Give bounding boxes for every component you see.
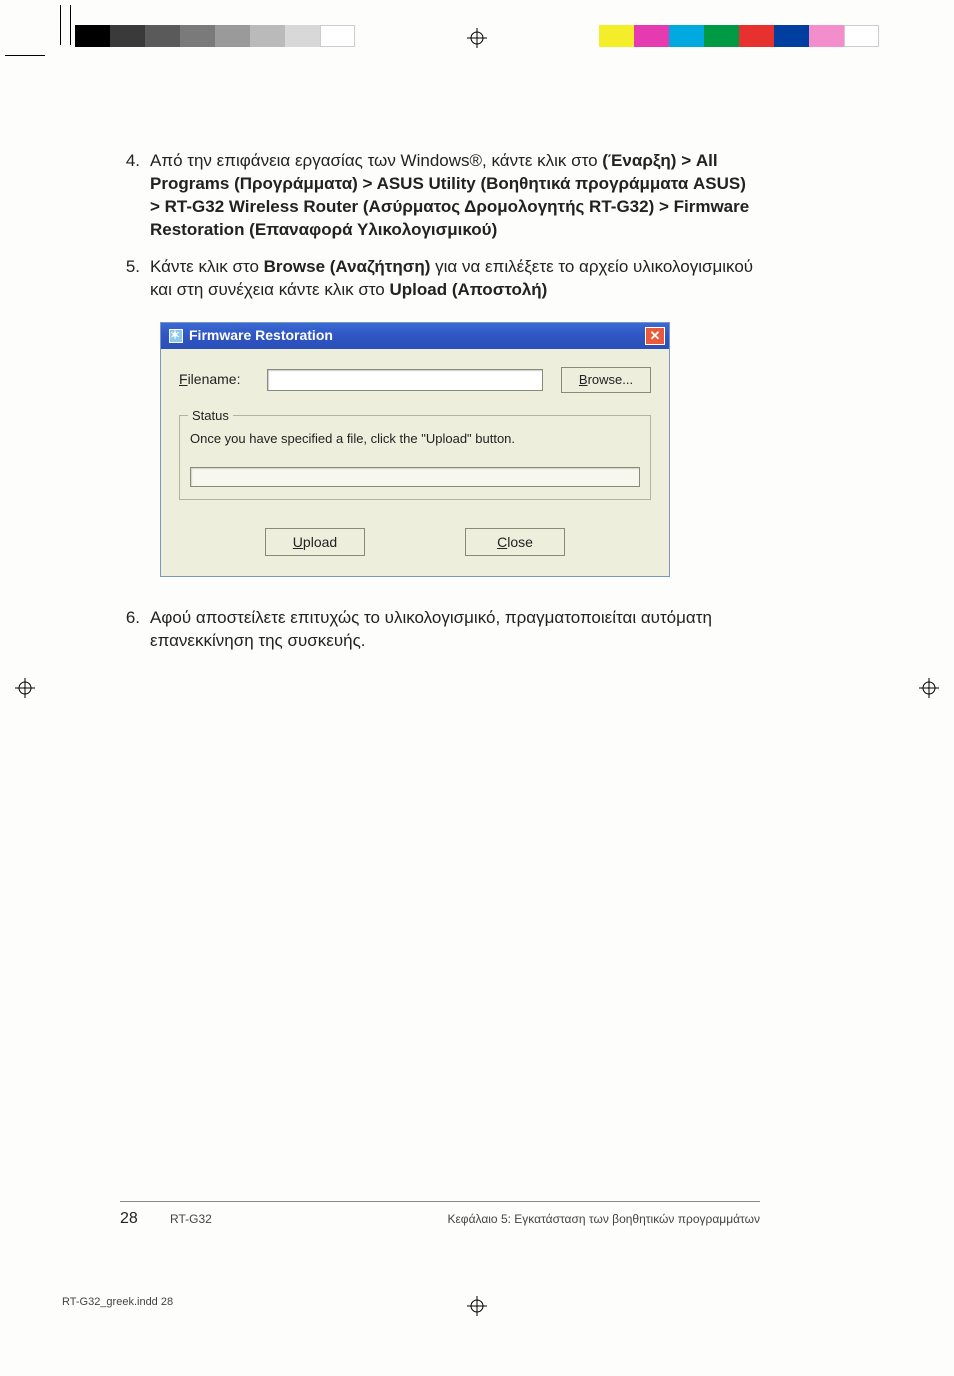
step-number: 4. <box>120 150 150 242</box>
status-legend: Status <box>188 407 233 425</box>
status-group: Status Once you have specified a file, c… <box>179 415 651 501</box>
filename-input[interactable] <box>267 369 543 391</box>
registration-mark-icon <box>467 28 487 48</box>
step-bold: Browse (Αναζήτηση) <box>264 257 431 276</box>
grayscale-registration-bar <box>75 25 355 47</box>
step-number: 6. <box>120 607 150 653</box>
close-icon: ✕ <box>650 327 661 345</box>
upload-button[interactable]: Upload <box>265 528 365 556</box>
color-registration-bar <box>599 25 879 47</box>
page-number: 28 <box>120 1210 170 1228</box>
step-number: 5. <box>120 256 150 302</box>
registration-mark-icon <box>15 678 35 698</box>
step-text: Από την επιφάνεια εργασίας των Windows®,… <box>150 151 602 170</box>
dialog-title: Firmware Restoration <box>189 326 333 345</box>
step-text: Κάντε κλικ στο <box>150 257 264 276</box>
registration-mark-icon <box>467 1296 487 1316</box>
close-button[interactable]: ✕ <box>645 327 665 345</box>
indesign-slug: RT-G32_greek.indd 28 <box>62 1296 173 1308</box>
step-text: Αφού αποστείλετε επιτυχώς το υλικολογισμ… <box>150 607 760 653</box>
dialog-titlebar: Firmware Restoration ✕ <box>161 323 669 349</box>
footer-chapter: Κεφάλαιο 5: Εγκατάσταση των βοηθητικών π… <box>330 1212 760 1226</box>
firmware-restoration-dialog: Firmware Restoration ✕ Filename: Browse.… <box>160 322 670 578</box>
page-footer: 28 RT-G32 Κεφάλαιο 5: Εγκατάσταση των βο… <box>120 1201 760 1228</box>
status-text: Once you have specified a file, click th… <box>190 430 640 448</box>
registration-mark-icon <box>919 678 939 698</box>
browse-button[interactable]: Browse... <box>561 367 651 393</box>
step-bold: Upload (Αποστολή) <box>390 280 548 299</box>
step-6: 6. Αφού αποστείλετε επιτυχώς το υλικολογ… <box>120 607 760 653</box>
progress-bar <box>190 467 640 487</box>
step-4: 4. Από την επιφάνεια εργασίας των Window… <box>120 150 760 242</box>
close-button-dialog[interactable]: Close <box>465 528 565 556</box>
footer-model: RT-G32 <box>170 1212 330 1226</box>
step-5: 5. Κάντε κλικ στο Browse (Αναζήτηση) για… <box>120 256 760 302</box>
app-icon <box>169 329 183 343</box>
filename-label: Filename: <box>179 370 249 389</box>
